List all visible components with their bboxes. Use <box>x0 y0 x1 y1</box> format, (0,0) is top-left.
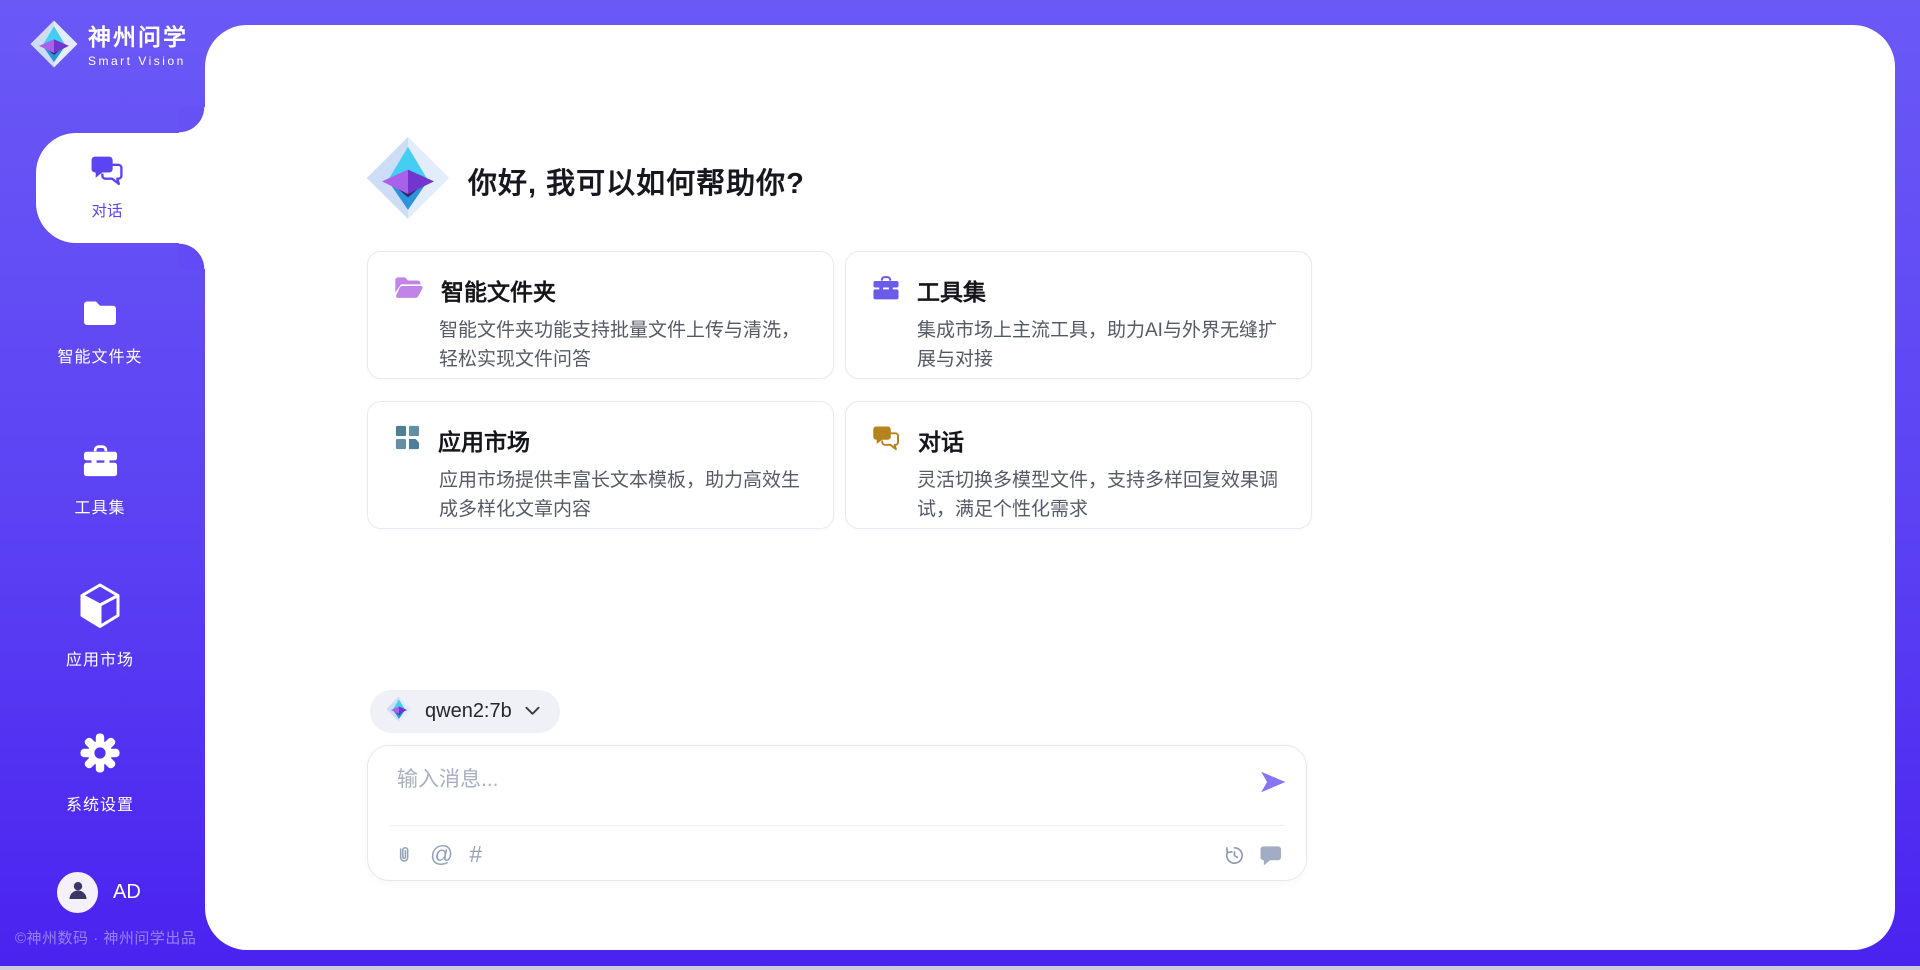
message-input[interactable] <box>395 761 1215 799</box>
model-name: qwen2:7b <box>425 700 512 723</box>
card-title: 应用市场 <box>438 423 530 457</box>
greeting-title: 你好, 我可以如何帮助你? <box>468 160 805 202</box>
sidebar-item-toolset[interactable]: 工具集 <box>0 444 200 518</box>
app-title: 神州问学 <box>88 25 188 50</box>
card-description: 应用市场提供丰富长文本模板，助力高效生成多样化文章内容 <box>439 466 807 524</box>
briefcase-icon <box>82 444 119 483</box>
sidebar-item-label: 应用市场 <box>66 646 134 670</box>
user-name: AD <box>113 881 141 904</box>
app-logo-diamond-icon <box>30 20 78 73</box>
user-profile[interactable]: AD <box>57 872 141 913</box>
card-toolset[interactable]: 工具集 集成市场上主流工具，助力AI与外界无缝扩展与对接 <box>845 251 1312 379</box>
briefcase-icon <box>872 275 900 306</box>
card-description: 灵活切换多模型文件，支持多样回复效果调试，满足个性化需求 <box>917 466 1285 524</box>
page-bottom-edge <box>0 966 1920 970</box>
card-smart-folder[interactable]: 智能文件夹 智能文件夹功能支持批量文件上传与清洗，轻松实现文件问答 <box>367 251 834 379</box>
sidebar-item-smart-folder[interactable]: 智能文件夹 <box>0 297 200 367</box>
feature-cards: 智能文件夹 智能文件夹功能支持批量文件上传与清洗，轻松实现文件问答 工具集 集成… <box>367 251 1312 529</box>
person-icon <box>66 878 90 907</box>
greeting: 你好, 我可以如何帮助你? <box>366 136 805 225</box>
chevron-down-icon <box>525 703 540 721</box>
sidebar-item-app-market[interactable]: 应用市场 <box>0 582 200 670</box>
chat-bubbles-icon <box>90 155 125 191</box>
card-description: 智能文件夹功能支持批量文件上传与清洗，轻松实现文件问答 <box>439 316 807 374</box>
card-title: 智能文件夹 <box>441 273 556 307</box>
open-folder-icon <box>394 275 424 305</box>
chat-bubble-filled-icon[interactable] <box>1260 845 1283 866</box>
greeting-logo-diamond-icon <box>366 136 450 225</box>
app-logo: 神州问学 Smart Vision <box>30 20 188 73</box>
sidebar-item-label: 系统设置 <box>66 791 134 815</box>
tab-fillet-top <box>179 107 205 133</box>
model-logo-diamond-icon <box>386 696 412 727</box>
tab-fillet-bottom <box>179 243 205 269</box>
send-icon[interactable] <box>1259 769 1287 795</box>
folder-icon <box>82 297 118 332</box>
topic-hash-icon[interactable]: # <box>469 843 482 866</box>
gear-icon <box>78 731 122 780</box>
model-selector[interactable]: qwen2:7b <box>370 690 560 733</box>
history-clock-icon[interactable] <box>1224 845 1245 866</box>
app-subtitle: Smart Vision <box>88 54 188 68</box>
message-composer: @ # <box>367 745 1307 881</box>
sidebar-item-label: 对话 <box>91 199 122 221</box>
attachment-paperclip-icon[interactable] <box>394 843 414 866</box>
chat-bubbles-icon <box>872 425 901 456</box>
card-app-market[interactable]: 应用市场 应用市场提供丰富长文本模板，助力高效生成多样化文章内容 <box>367 401 834 529</box>
avatar <box>57 872 98 913</box>
grid-tiles-icon <box>394 424 421 456</box>
sidebar-item-settings[interactable]: 系统设置 <box>0 731 200 815</box>
mention-at-icon[interactable]: @ <box>430 843 453 866</box>
card-chat[interactable]: 对话 灵活切换多模型文件，支持多样回复效果调试，满足个性化需求 <box>845 401 1312 529</box>
card-description: 集成市场上主流工具，助力AI与外界无缝扩展与对接 <box>917 316 1285 374</box>
cube-icon <box>77 582 123 635</box>
sidebar-item-label: 工具集 <box>74 494 125 518</box>
sidebar-item-label: 智能文件夹 <box>57 343 142 367</box>
sidebar-footer: ©神州数码 · 神州问学出品 <box>15 927 196 948</box>
card-title: 工具集 <box>917 273 986 307</box>
sidebar-item-chat-content[interactable]: 对话 <box>36 133 178 243</box>
card-title: 对话 <box>918 423 964 457</box>
composer-divider <box>390 825 1284 826</box>
